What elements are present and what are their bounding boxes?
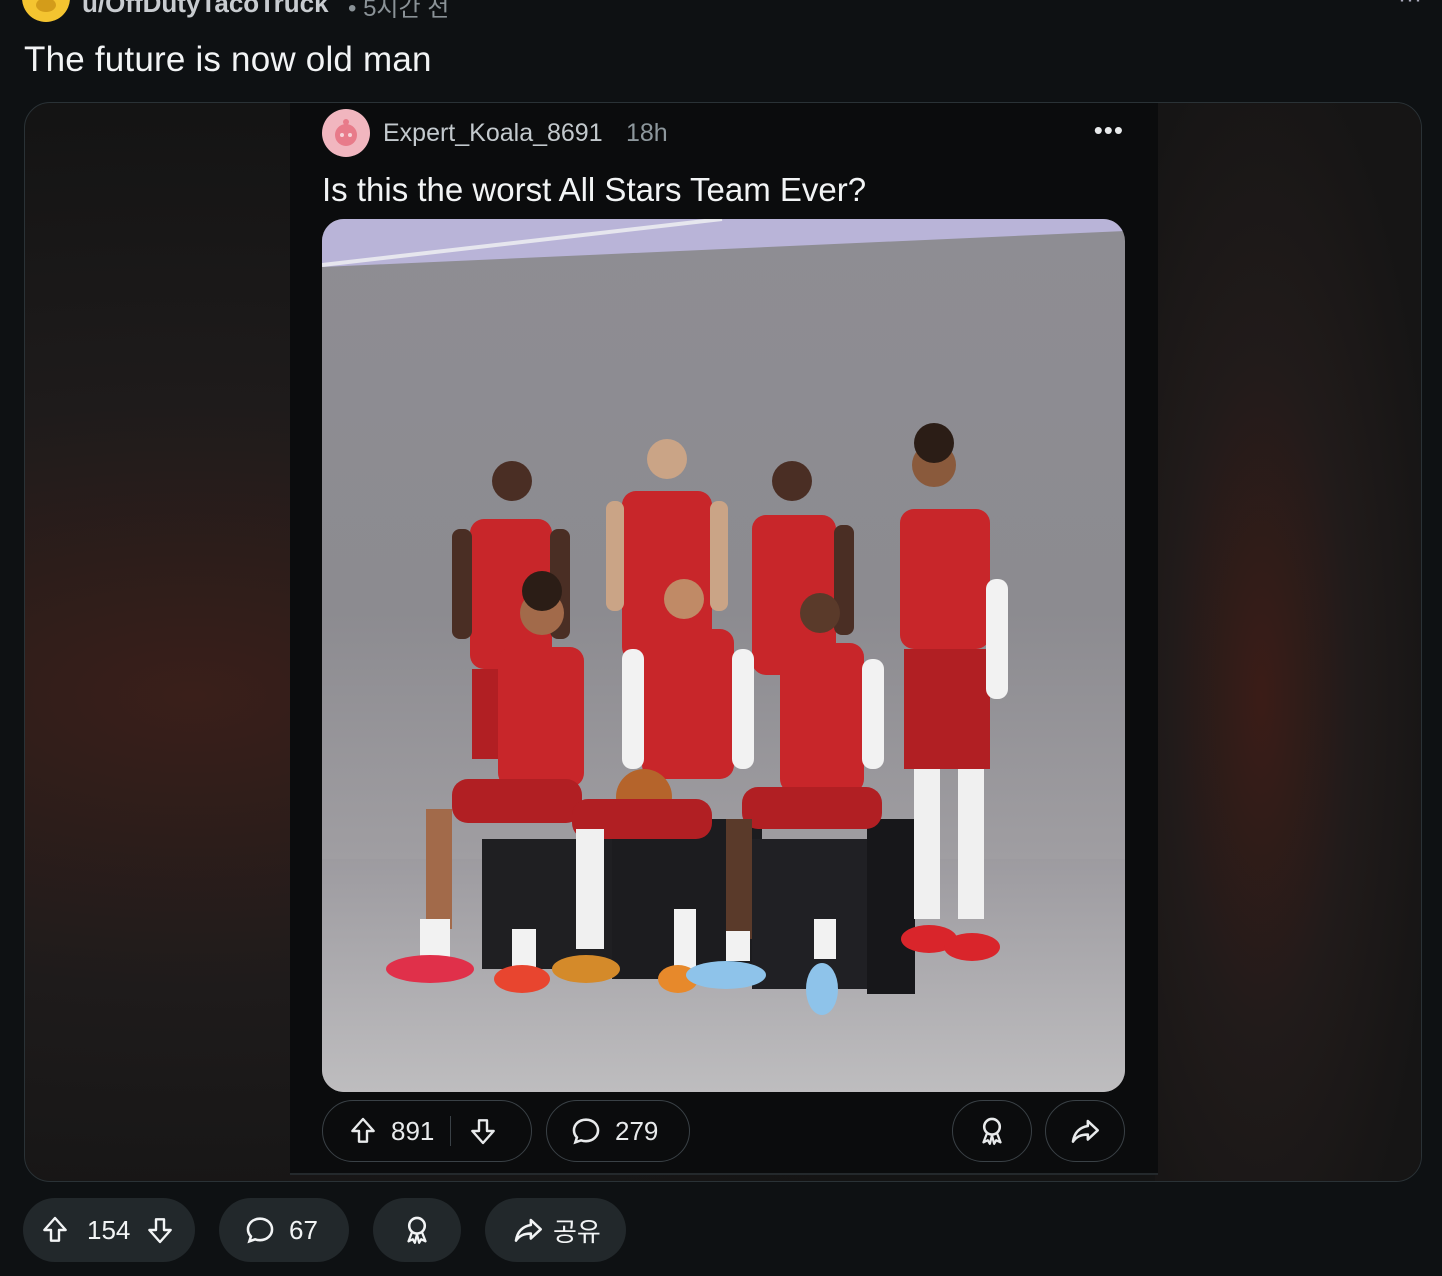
snoo-icon [335, 119, 357, 146]
embedded-screenshot: Expert_Koala_8691 18h ••• Is this the wo… [290, 103, 1158, 1175]
post-time: • 5시간 전 [348, 0, 450, 22]
upvote-icon [351, 1117, 375, 1143]
downvote-icon [471, 1119, 496, 1145]
team-photo [322, 219, 1125, 1092]
comment-icon [246, 1217, 274, 1244]
upvote-count: 154 [87, 1214, 131, 1245]
more-options-button[interactable]: ··· [1398, 0, 1422, 14]
player-back-3 [752, 461, 854, 675]
share-button[interactable]: 공유 [485, 1198, 626, 1262]
subreddit-avatar[interactable] [22, 0, 70, 22]
team-photo-illustration [322, 219, 1125, 1092]
embedded-title: Is this the worst All Stars Team Ever? [322, 171, 867, 208]
post-title[interactable]: The future is now old man [24, 40, 432, 80]
post-media[interactable]: Expert_Koala_8691 18h ••• Is this the wo… [24, 102, 1422, 1182]
embedded-avatar [322, 109, 370, 157]
upvote-button[interactable] [39, 1214, 71, 1246]
comment-icon [572, 1118, 600, 1145]
media-blur-background [1155, 103, 1421, 1181]
award-icon [407, 1216, 427, 1244]
embedded-time: 18h [626, 119, 668, 147]
embedded-award [952, 1100, 1032, 1162]
share-icon [1071, 1119, 1100, 1143]
vote-divider [450, 1116, 452, 1146]
award-icon [982, 1117, 1002, 1145]
award-button[interactable] [373, 1198, 461, 1262]
comment-count: 67 [289, 1214, 318, 1245]
embedded-more-icon: ••• [1093, 115, 1124, 145]
embedded-comments: 279 [546, 1100, 690, 1162]
embedded-upvote-count: 891 [391, 1115, 435, 1146]
share-icon [514, 1218, 543, 1242]
downvote-button[interactable] [144, 1214, 176, 1246]
embedded-comment-count: 279 [615, 1115, 659, 1146]
post-header: u/OffDutyTacoTruck • 5시간 전 ··· [0, 0, 1442, 28]
embedded-username: Expert_Koala_8691 [383, 119, 603, 147]
share-label: 공유 [553, 1216, 601, 1247]
comments-button[interactable]: 67 [219, 1198, 349, 1262]
author-username[interactable]: u/OffDutyTacoTruck [82, 0, 329, 19]
vote-button-group: 154 [23, 1198, 195, 1262]
embedded-vote-bar: 891 [322, 1100, 532, 1162]
player-back-2 [606, 439, 728, 661]
embedded-share [1045, 1100, 1125, 1162]
